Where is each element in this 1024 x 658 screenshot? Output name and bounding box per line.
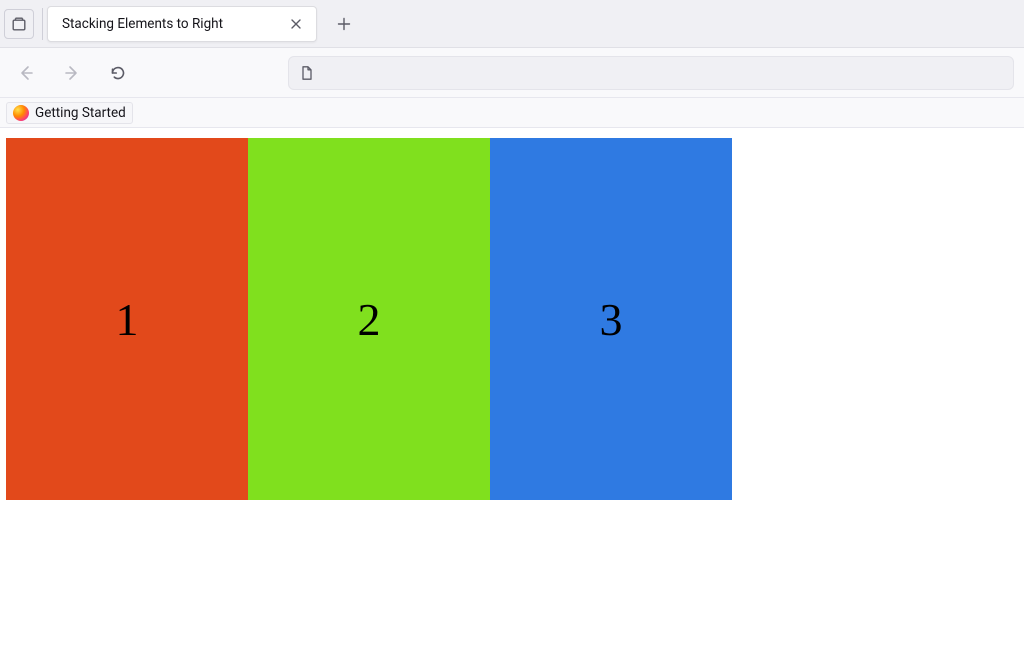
box-label: 2 xyxy=(358,293,381,346)
browser-tab[interactable]: Stacking Elements to Right xyxy=(47,6,317,42)
page-viewport: 1 2 3 xyxy=(0,128,1024,658)
reload-button[interactable] xyxy=(102,57,134,89)
forward-button[interactable] xyxy=(56,57,88,89)
box-label: 3 xyxy=(600,293,623,346)
tab-strip: Stacking Elements to Right xyxy=(0,0,1024,48)
box-2: 2 xyxy=(248,138,490,500)
tab-title: Stacking Elements to Right xyxy=(62,16,286,32)
back-button[interactable] xyxy=(10,57,42,89)
url-bar[interactable] xyxy=(288,56,1014,90)
page-icon xyxy=(299,65,315,81)
nav-toolbar xyxy=(0,48,1024,98)
recent-icon xyxy=(11,16,27,32)
recent-browsing-button[interactable] xyxy=(4,9,34,39)
tab-close-button[interactable] xyxy=(286,14,306,34)
plus-icon xyxy=(337,17,351,31)
reload-icon xyxy=(109,64,127,82)
arrow-right-icon xyxy=(63,64,81,82)
tab-separator xyxy=(42,8,43,40)
box-3: 3 xyxy=(490,138,732,500)
close-icon xyxy=(290,18,302,30)
box-1: 1 xyxy=(6,138,248,500)
arrow-left-icon xyxy=(17,64,35,82)
firefox-icon xyxy=(13,105,29,121)
bookmark-getting-started[interactable]: Getting Started xyxy=(6,102,133,124)
new-tab-button[interactable] xyxy=(329,9,359,39)
browser-chrome: Stacking Elements to Right xyxy=(0,0,1024,128)
box-row: 1 2 3 xyxy=(6,138,1024,500)
box-label: 1 xyxy=(116,293,139,346)
bookmark-label: Getting Started xyxy=(35,105,126,121)
bookmarks-toolbar: Getting Started xyxy=(0,98,1024,128)
document-icon xyxy=(299,65,315,81)
